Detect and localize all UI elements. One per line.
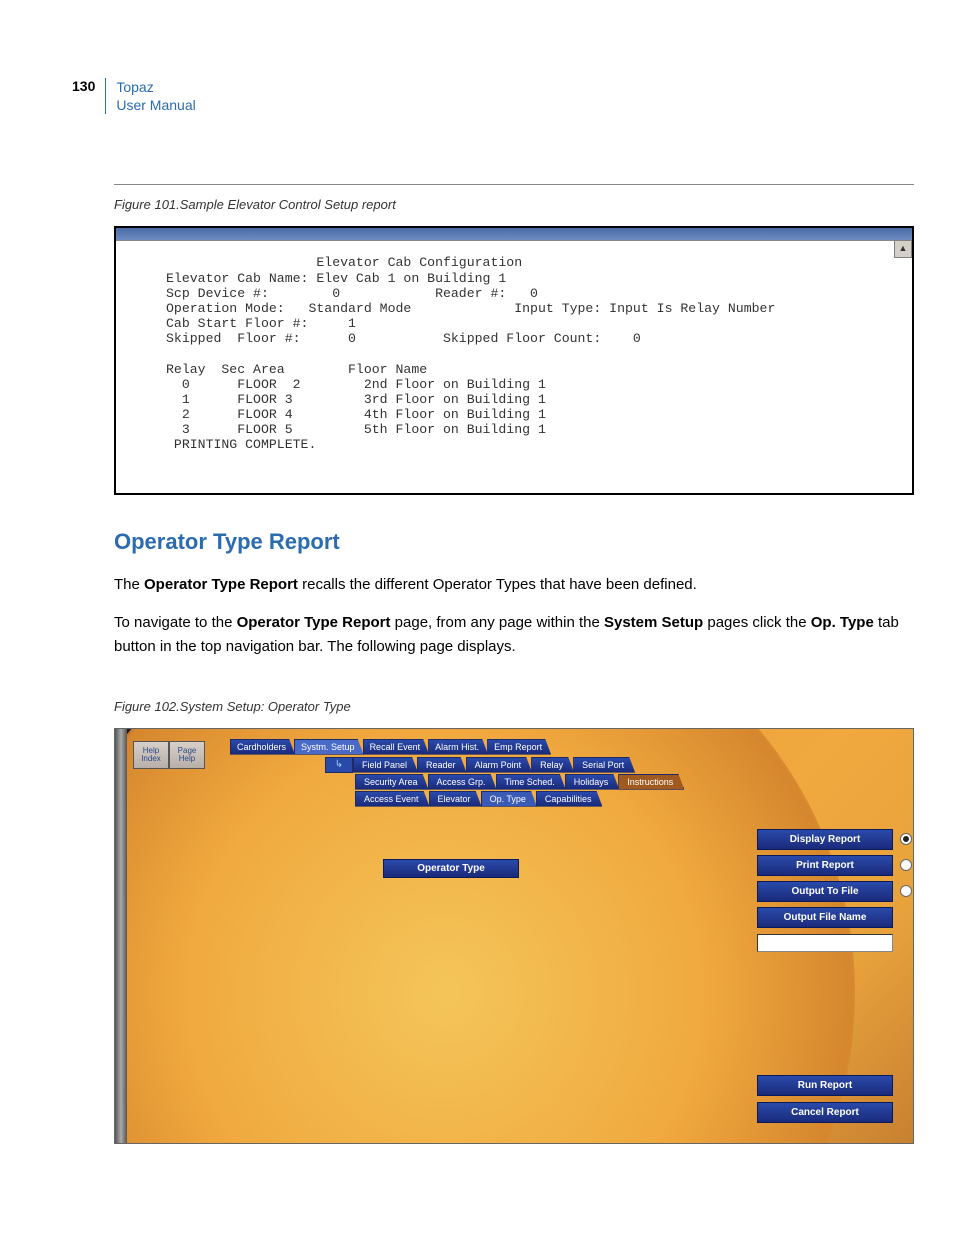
subtab-instructions[interactable]: Instructions <box>618 774 684 790</box>
print-report-radio[interactable] <box>900 859 912 871</box>
section-heading: Operator Type Report <box>114 529 914 555</box>
window-side-chrome <box>115 729 127 1143</box>
subtab-capabilities[interactable]: Capabilities <box>536 791 603 807</box>
tab-recall-event[interactable]: Recall Event <box>363 739 430 755</box>
figure102-screenshot: Help Index Page Help Cardholders Systm. … <box>114 728 914 1144</box>
header-divider <box>105 78 106 114</box>
subtab-elevator[interactable]: Elevator <box>429 791 482 807</box>
page-help-button[interactable]: Page Help <box>169 741 205 769</box>
subtree-arrow-icon: ↳ <box>325 757 353 773</box>
operator-type-label: Operator Type <box>383 859 519 878</box>
display-report-radio[interactable] <box>900 833 912 845</box>
tabs-row-3: Security Area Access Grp. Time Sched. Ho… <box>355 774 683 790</box>
run-report-button[interactable]: Run Report <box>757 1075 893 1096</box>
manual-title: Topaz User Manual <box>116 78 195 114</box>
print-report-option[interactable]: Print Report <box>757 855 893 876</box>
paragraph-2: To navigate to the Operator Type Report … <box>114 611 904 659</box>
tabs-row-1: Cardholders Systm. Setup Recall Event Al… <box>230 739 550 755</box>
subtab-time-sched[interactable]: Time Sched. <box>496 774 566 790</box>
paragraph-1: The Operator Type Report recalls the dif… <box>114 573 904 597</box>
figure102-caption: Figure 102.System Setup: Operator Type <box>114 699 914 714</box>
subtab-op-type[interactable]: Op. Type <box>481 791 537 807</box>
subtab-alarm-point[interactable]: Alarm Point <box>466 757 533 773</box>
subtab-security-area[interactable]: Security Area <box>355 774 429 790</box>
tabs-row-4: Access Event Elevator Op. Type Capabilit… <box>355 791 601 807</box>
figure101-screenshot: ▲ Elevator Cab Configuration Elevator Ca… <box>114 226 914 494</box>
report-options-panel: Display Report Print Report Output To Fi… <box>757 829 893 952</box>
tab-cardholders[interactable]: Cardholders <box>230 739 295 755</box>
display-report-option[interactable]: Display Report <box>757 829 893 850</box>
help-index-button[interactable]: Help Index <box>133 741 169 769</box>
output-file-name-input[interactable] <box>757 934 893 952</box>
output-file-name-label: Output File Name <box>757 907 893 928</box>
subtab-relay[interactable]: Relay <box>531 757 574 773</box>
tabs-row-2: ↳ Field Panel Reader Alarm Point Relay S… <box>325 757 634 773</box>
manual-title-line2: User Manual <box>116 97 195 113</box>
rule <box>114 184 914 185</box>
subtab-serial-port[interactable]: Serial Port <box>573 757 635 773</box>
subtab-field-panel[interactable]: Field Panel <box>353 757 418 773</box>
cancel-report-button[interactable]: Cancel Report <box>757 1102 893 1123</box>
tab-alarm-hist[interactable]: Alarm Hist. <box>428 739 488 755</box>
page-number: 130 <box>72 78 95 114</box>
output-to-file-radio[interactable] <box>900 885 912 897</box>
page-header: 130 Topaz User Manual <box>72 78 914 114</box>
output-to-file-option[interactable]: Output To File <box>757 881 893 902</box>
subtab-access-grp[interactable]: Access Grp. <box>428 774 497 790</box>
subtab-reader[interactable]: Reader <box>417 757 467 773</box>
manual-title-line1: Topaz <box>116 79 153 95</box>
tab-system-setup[interactable]: Systm. Setup <box>294 739 364 755</box>
report-output-text: Elevator Cab Configuration Elevator Cab … <box>116 241 912 492</box>
tab-emp-report[interactable]: Emp Report <box>487 739 551 755</box>
window-titlebar <box>116 228 912 241</box>
scroll-up-icon[interactable]: ▲ <box>894 240 912 258</box>
figure101-caption: Figure 101.Sample Elevator Control Setup… <box>114 197 914 212</box>
subtab-holidays[interactable]: Holidays <box>565 774 620 790</box>
subtab-access-event[interactable]: Access Event <box>355 791 430 807</box>
